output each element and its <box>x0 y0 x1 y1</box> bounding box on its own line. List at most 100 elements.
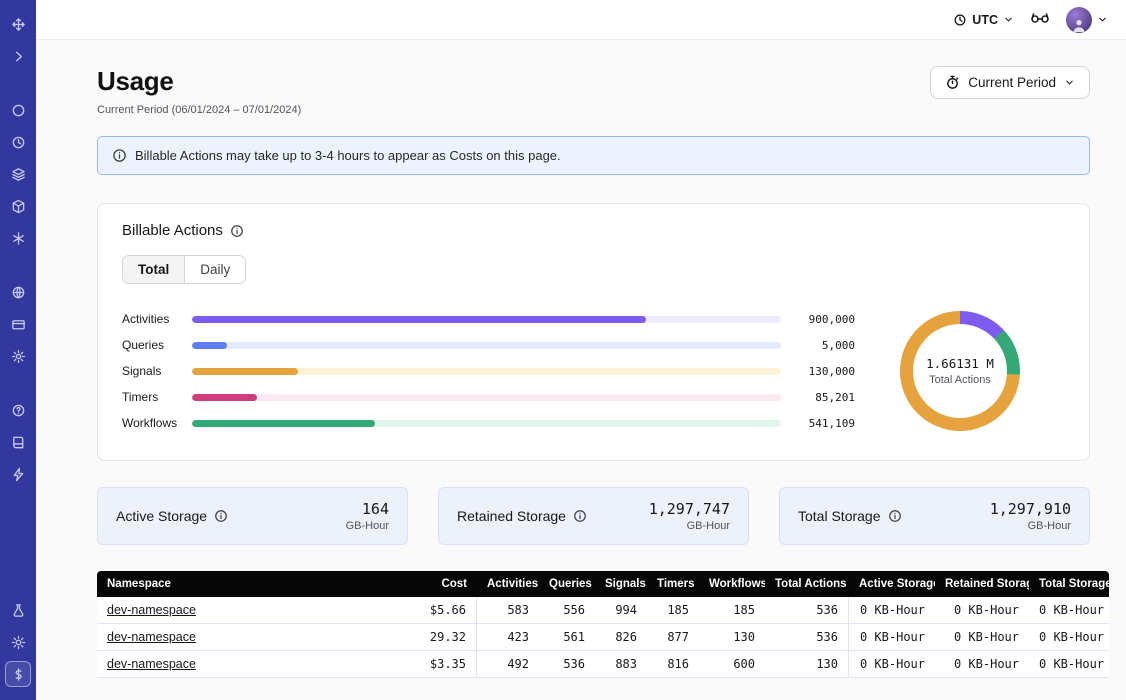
clock-icon[interactable] <box>5 129 31 155</box>
col-header: Activities <box>477 571 539 597</box>
gear-icon[interactable] <box>5 343 31 369</box>
col-header: Signals <box>595 571 647 597</box>
cell-workflows: 185 <box>699 597 765 624</box>
table-row: dev-namespace $5.66 583 556 994 185 185 … <box>97 597 1109 624</box>
glasses-icon[interactable] <box>1030 9 1050 30</box>
clock-icon <box>953 13 967 27</box>
bar-label: Signals <box>122 364 188 378</box>
dollar-icon[interactable] <box>5 661 31 687</box>
table-row: dev-namespace 29.32 423 561 826 877 130 … <box>97 624 1109 651</box>
chevron-down-icon <box>1003 14 1014 25</box>
bar-track <box>192 420 781 427</box>
cell-queries: 561 <box>539 624 595 651</box>
cell-total-actions: 536 <box>765 624 849 651</box>
period-selector-button[interactable]: Current Period <box>930 66 1090 99</box>
lightning-icon[interactable] <box>5 461 31 487</box>
topbar: UTC <box>36 0 1126 40</box>
user-menu[interactable] <box>1066 7 1108 33</box>
bar-track <box>192 394 781 401</box>
cell-total-actions: 130 <box>765 651 849 678</box>
circle-icon[interactable] <box>5 97 31 123</box>
cell-total-storage: 0 KB-Hour <box>1029 624 1109 651</box>
flask-icon[interactable] <box>5 597 31 623</box>
cell-queries: 536 <box>539 651 595 678</box>
globe-icon[interactable] <box>5 279 31 305</box>
bar-track <box>192 316 781 323</box>
namespace-link[interactable]: dev-namespace <box>107 630 196 644</box>
period-button-label: Current Period <box>968 75 1056 90</box>
col-header: Total Actions <box>765 571 849 597</box>
layers-icon[interactable] <box>5 161 31 187</box>
cell-active-storage: 0 KB-Hour <box>849 651 935 678</box>
cube-icon[interactable] <box>5 193 31 219</box>
cell-retained-storage: 0 KB-Hour <box>935 597 1029 624</box>
bar-fill <box>192 342 227 349</box>
bar-row: Workflows 541,109 <box>122 410 855 436</box>
bar-fill <box>192 316 646 323</box>
cell-cost: $3.35 <box>397 651 477 678</box>
cell-activities: 492 <box>477 651 539 678</box>
info-icon[interactable] <box>573 509 587 523</box>
avatar <box>1066 7 1092 33</box>
banner-text: Billable Actions may take up to 3-4 hour… <box>135 148 561 163</box>
retained-storage-card: Retained Storage 1,297,747 GB-Hour <box>438 487 749 545</box>
chevron-right-icon[interactable] <box>5 43 31 69</box>
cell-retained-storage: 0 KB-Hour <box>935 651 1029 678</box>
chevron-down-icon <box>1064 77 1075 88</box>
timezone-selector[interactable]: UTC <box>953 13 1014 27</box>
col-header: Cost <box>397 571 477 597</box>
storage-card-value: 1,297,910 <box>990 500 1071 518</box>
info-icon[interactable] <box>888 509 902 523</box>
bar-fill <box>192 394 257 401</box>
col-header: Workflows <box>699 571 765 597</box>
table-header-row: Namespace Cost Activities Queries Signal… <box>97 571 1109 597</box>
content: Usage Current Period (06/01/2024 – 07/01… <box>36 40 1126 700</box>
col-header: Timers <box>647 571 699 597</box>
tab-daily[interactable]: Daily <box>185 256 245 283</box>
bar-label: Queries <box>122 338 188 352</box>
cell-timers: 816 <box>647 651 699 678</box>
bar-row: Signals 130,000 <box>122 358 855 384</box>
storage-card-label: Retained Storage <box>457 508 566 524</box>
bar-track <box>192 342 781 349</box>
cell-activities: 423 <box>477 624 539 651</box>
storage-card-unit: GB-Hour <box>649 520 730 532</box>
asterisk-icon[interactable] <box>5 225 31 251</box>
move-icon[interactable] <box>5 11 31 37</box>
col-header: Namespace <box>97 571 397 597</box>
sun-icon[interactable] <box>5 629 31 655</box>
storage-card-label: Active Storage <box>116 508 207 524</box>
cell-signals: 826 <box>595 624 647 651</box>
bar-row: Queries 5,000 <box>122 332 855 358</box>
bar-label: Activities <box>122 312 188 326</box>
bar-value: 900,000 <box>793 313 855 326</box>
card-icon[interactable] <box>5 311 31 337</box>
bar-row: Timers 85,201 <box>122 384 855 410</box>
storage-card-label: Total Storage <box>798 508 881 524</box>
cell-signals: 883 <box>595 651 647 678</box>
bar-value: 85,201 <box>793 391 855 404</box>
bar-label: Workflows <box>122 416 188 430</box>
bar-track <box>192 368 781 375</box>
namespace-link[interactable]: dev-namespace <box>107 603 196 617</box>
donut-total-value: 1.66131 M <box>926 356 994 371</box>
tab-total[interactable]: Total <box>123 256 185 283</box>
bar-value: 5,000 <box>793 339 855 352</box>
stopwatch-icon <box>945 75 960 90</box>
cell-workflows: 130 <box>699 624 765 651</box>
storage-card-value: 164 <box>346 500 389 518</box>
cell-retained-storage: 0 KB-Hour <box>935 624 1029 651</box>
book-icon[interactable] <box>5 429 31 455</box>
sidebar <box>0 0 36 700</box>
col-header: Retained Storage <box>935 571 1029 597</box>
timezone-label: UTC <box>972 13 998 27</box>
namespace-link[interactable]: dev-namespace <box>107 657 196 671</box>
col-header: Total Storage <box>1029 571 1109 597</box>
info-icon[interactable] <box>214 509 228 523</box>
info-icon[interactable] <box>230 224 244 238</box>
card-title: Billable Actions <box>122 222 223 239</box>
help-circle-icon[interactable] <box>5 397 31 423</box>
cell-timers: 185 <box>647 597 699 624</box>
info-banner: Billable Actions may take up to 3-4 hour… <box>97 136 1090 175</box>
total-storage-card: Total Storage 1,297,910 GB-Hour <box>779 487 1090 545</box>
